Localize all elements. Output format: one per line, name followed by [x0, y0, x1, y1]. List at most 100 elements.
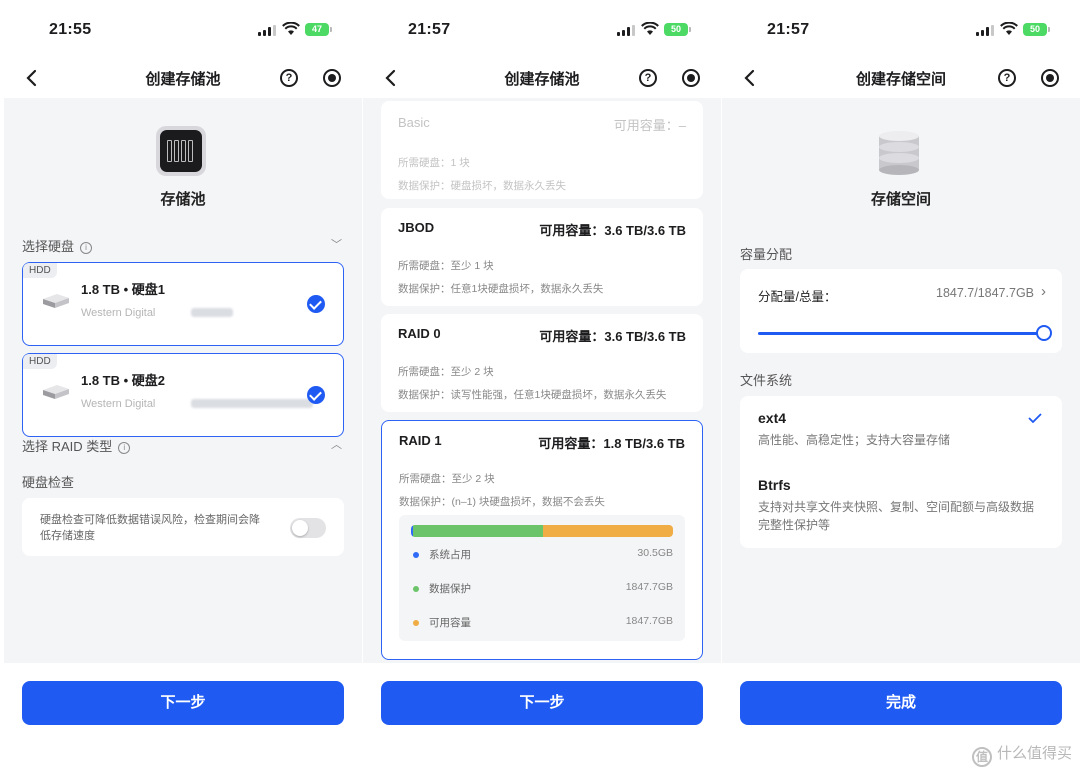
chevron-down-icon[interactable]: ﹀ — [331, 236, 342, 252]
fs-section-title: 文件系统 — [740, 370, 792, 389]
hard-drive-icon — [43, 385, 69, 399]
usage-legend-protection: 数据保护 1847.7GB — [411, 581, 673, 597]
raid-protection: 数据保护：读写性能强，任意1块硬盘损坏，数据永久丢失 — [398, 389, 667, 401]
nav-bar: 创建存储池 ? — [4, 58, 362, 98]
status-bar: 21:55 47 — [4, 0, 362, 58]
usage-legend-available: 可用容量 1847.7GB — [411, 615, 673, 631]
disk-check-toggle[interactable] — [290, 518, 326, 538]
legend-dot — [413, 552, 419, 558]
battery-icon: 50 — [664, 23, 691, 36]
nav-bar: 创建存储空间 ? — [722, 58, 1080, 98]
redacted-serial — [191, 308, 233, 317]
legend-value: 1847.7GB — [625, 581, 673, 593]
help-icon[interactable]: ? — [998, 69, 1016, 87]
raid-option-raid1[interactable]: RAID 1 可用容量：1.8 TB/3.6 TB 所需硬盘：至少 2 块 数据… — [381, 420, 703, 660]
screen-create-pool-disks: 21:55 47 创建存储池 ? 存储池 选择硬盘 i ﹀ HDD 1.8 TB … — [4, 0, 362, 777]
legend-label: 可用容量 — [429, 617, 471, 629]
redacted-serial — [191, 399, 313, 408]
status-bar: 21:57 50 — [363, 0, 721, 58]
next-button[interactable]: 下一步 — [381, 681, 703, 725]
raid-required: 所需硬盘：1 块 — [398, 157, 470, 169]
help-icon[interactable]: ? — [639, 69, 657, 87]
select-disk-header[interactable]: 选择硬盘 i — [22, 236, 93, 255]
disk-vendor: Western Digital — [81, 398, 156, 410]
raid-name: Basic — [398, 115, 430, 130]
usage-legend-system: 系统占用 30.5GB — [411, 547, 673, 563]
wifi-icon — [282, 22, 300, 35]
info-icon[interactable]: i — [118, 442, 131, 454]
allocation-value: 1847.7/1847.7GB — [936, 286, 1034, 300]
fs-desc: 高性能、高稳定性；支持大容量存储 — [758, 433, 951, 447]
next-button[interactable]: 下一步 — [22, 681, 344, 725]
fs-section-label: 文件系统 — [740, 373, 793, 388]
checkbox-checked-icon[interactable] — [307, 295, 325, 313]
raid-protection: 数据保护：硬盘损坏，数据永久丢失 — [398, 180, 566, 192]
disk-check-card: 硬盘检查可降低数据错误风险，检查期间会降低存储速度 — [22, 498, 344, 556]
raid-type-header[interactable]: 选择 RAID 类型 i — [22, 436, 131, 455]
legend-value: 30.5GB — [637, 547, 673, 559]
hdd-tag: HDD — [23, 354, 57, 369]
capacity-section-title: 容量分配 — [740, 244, 792, 263]
legend-dot — [413, 620, 419, 626]
signal-icon — [617, 25, 635, 36]
chevron-up-icon[interactable]: ︿ — [331, 436, 342, 452]
record-icon[interactable] — [682, 69, 700, 87]
disk-vendor: Western Digital — [81, 307, 156, 319]
raid-capacity: 可用容量：– — [613, 118, 686, 133]
raid-capacity: 可用容量：1.8 TB/3.6 TB — [538, 436, 685, 451]
raid-option-basic[interactable]: Basic 可用容量：– 所需硬盘：1 块 数据保护：硬盘损坏，数据永久丢失 — [381, 101, 703, 199]
page-title: 创建存储空间 — [855, 71, 946, 88]
raid-required: 所需硬盘：至少 2 块 — [399, 473, 495, 485]
allocation-card[interactable]: 分配量/总量： 1847.7/1847.7GB › — [740, 269, 1062, 353]
usage-breakdown: 系统占用 30.5GB 数据保护 1847.7GB 可用容量 1847.7GB — [399, 515, 685, 641]
screen-create-pool-raid: 21:57 50 创建存储池 ? Basic 可用容量：– 所需硬盘：1 块 数… — [363, 0, 721, 777]
select-disk-label: 选择硬盘 — [22, 239, 75, 254]
signal-icon — [258, 25, 276, 36]
content-area: 存储空间 容量分配 分配量/总量： 1847.7/1847.7GB › 文件系统… — [722, 98, 1080, 663]
watermark-logo: 值 — [971, 747, 992, 767]
raid-type-label: 选择 RAID 类型 — [22, 439, 113, 454]
info-icon[interactable]: i — [80, 242, 93, 254]
allocation-label: 分配量/总量： — [758, 290, 837, 304]
record-icon[interactable] — [323, 69, 341, 87]
raid-protection: 数据保护：任意1块硬盘损坏，数据永久丢失 — [398, 283, 604, 295]
raid-option-raid0[interactable]: RAID 0 可用容量：3.6 TB/3.6 TB 所需硬盘：至少 2 块 数据… — [381, 314, 703, 412]
usage-segment-1 — [413, 525, 544, 537]
chevron-right-icon[interactable]: › — [1041, 283, 1046, 300]
screen-create-storage-space: 21:57 50 创建存储空间 ? 存储空间 容量分配 分配量/总量： 1847… — [722, 0, 1080, 777]
status-time: 21:57 — [408, 21, 451, 38]
raid-capacity: 可用容量：3.6 TB/3.6 TB — [539, 223, 686, 238]
disk-card-1[interactable]: HDD 1.8 TB • 硬盘1 Western Digital — [22, 262, 344, 346]
footer: 下一步 — [4, 663, 362, 777]
disk-check-header: 硬盘检查 — [22, 472, 74, 491]
raid-capacity: 可用容量：3.6 TB/3.6 TB — [539, 329, 686, 344]
hard-drive-icon — [43, 294, 69, 308]
done-button[interactable]: 完成 — [740, 681, 1062, 725]
allocation-slider-handle[interactable] — [1036, 325, 1052, 341]
legend-dot — [413, 586, 419, 592]
status-bar: 21:57 50 — [722, 0, 1080, 58]
raid-option-jbod[interactable]: JBOD 可用容量：3.6 TB/3.6 TB 所需硬盘：至少 1 块 数据保护… — [381, 208, 703, 306]
page-title: 创建存储池 — [145, 71, 221, 88]
battery-icon: 47 — [305, 23, 332, 36]
legend-label: 数据保护 — [429, 583, 471, 595]
status-time: 21:55 — [49, 21, 92, 38]
record-icon[interactable] — [1041, 69, 1059, 87]
nav-bar: 创建存储池 ? — [363, 58, 721, 98]
disk-check-desc: 硬盘检查可降低数据错误风险，检查期间会降低存储速度 — [40, 514, 260, 542]
usage-bar — [411, 525, 673, 537]
allocation-slider-track[interactable] — [758, 332, 1044, 335]
footer: 下一步 — [363, 663, 721, 777]
disk-name: 1.8 TB • 硬盘2 — [81, 373, 166, 388]
filesystem-card: ext4 高性能、高稳定性；支持大容量存储 Btrfs 支持对共享文件夹快照、复… — [740, 396, 1062, 548]
raid-name: JBOD — [398, 220, 435, 235]
page-title: 创建存储池 — [504, 71, 580, 88]
checkbox-checked-icon[interactable] — [307, 386, 325, 404]
fs-desc: 支持对共享文件夹快照、复制、空间配额与高级数据完整性保护等 — [758, 500, 1035, 532]
help-icon[interactable]: ? — [280, 69, 298, 87]
disk-card-2[interactable]: HDD 1.8 TB • 硬盘2 Western Digital — [22, 353, 344, 437]
wifi-icon — [641, 22, 659, 35]
raid-list: Basic 可用容量：– 所需硬盘：1 块 数据保护：硬盘损坏，数据永久丢失 J… — [363, 98, 721, 663]
watermark: 值什么值得买 — [971, 742, 1072, 767]
watermark-text: 什么值得买 — [996, 745, 1072, 762]
